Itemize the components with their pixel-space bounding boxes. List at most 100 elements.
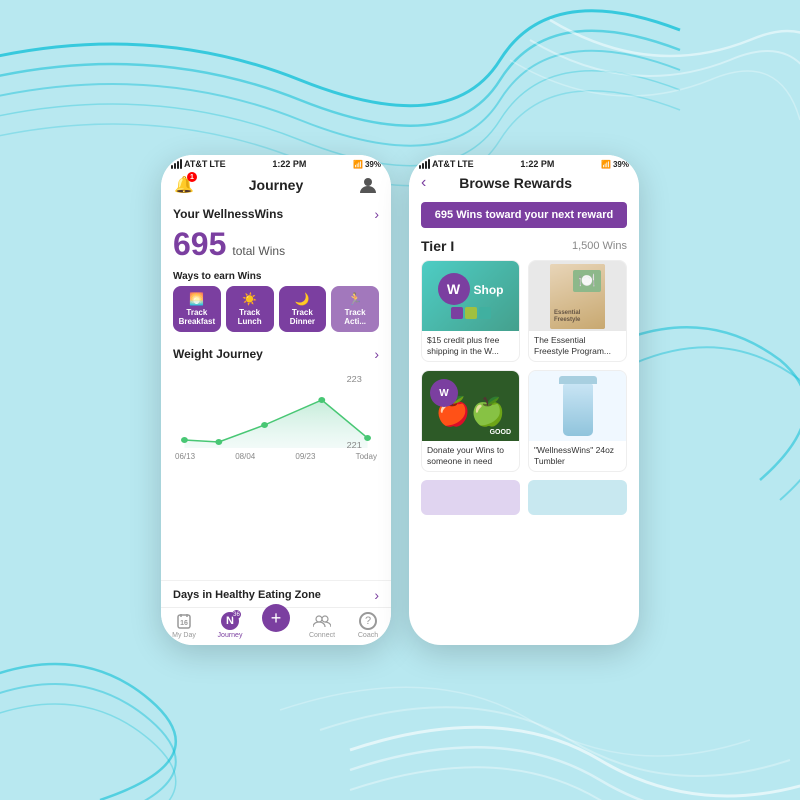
myday-icon: 16 [175,612,193,630]
partial-cards-row [409,472,639,519]
svg-text:221: 221 [347,441,362,450]
x-label-4: Today [356,452,377,461]
time-1: 1:22 PM [272,159,306,169]
status-right-1: 📶 39% [353,160,381,169]
tab-connect[interactable]: Connect [299,612,345,639]
connect-icon [313,612,331,630]
wellness-wins-chevron: › [374,206,379,222]
carrier-2: AT&T [432,159,455,169]
connect-label: Connect [309,632,335,639]
wins-display: 695 total Wins [161,226,391,267]
myday-label: My Day [172,632,196,639]
nav-bar-1: 🔔 1 Journey [161,171,391,200]
book-image: 🍽️ EssentialFreestyle [529,261,626,331]
weight-journey-title: Weight Journey [173,347,263,361]
chart-svg: 223 221 [173,370,379,450]
profile-icon[interactable] [357,174,379,196]
rewards-banner: 695 Wins toward your next reward [421,202,627,228]
days-title: Days in Healthy Eating Zone [173,589,321,601]
wifi-icon-2: 📶 [601,160,611,169]
tumbler-image [529,371,626,441]
back-arrow[interactable]: ‹ [421,174,426,192]
x-label-3: 09/23 [295,452,315,461]
wellness-wins-title: Your WellnessWins [173,207,283,221]
lunch-icon: ☀️ [242,292,257,306]
svg-text:16: 16 [180,620,188,627]
wins-label: total Wins [232,244,285,258]
donate-desc: Donate your Wins to someone in need [422,441,519,471]
status-left-2: AT&T LTE [419,159,474,169]
tab-myday[interactable]: 16 My Day [161,612,207,639]
book-cover: 🍽️ EssentialFreestyle [550,264,605,329]
days-section[interactable]: Days in Healthy Eating Zone › [161,580,391,607]
tier-wins: 1,500 Wins [572,240,627,252]
shop-image: W Shop [422,261,519,331]
shop-boxes [451,307,491,319]
tab-coach[interactable]: ? Coach [345,612,391,639]
nav-title-2: Browse Rewards [459,175,572,191]
dinner-label: Track Dinner [283,308,323,326]
signal-icon [171,159,182,169]
tumbler-desc: "WellnessWins" 24oz Tumbler [529,441,626,471]
wifi-icon: 📶 [353,160,363,169]
tab-journey[interactable]: N 36 Journey [207,612,253,639]
reward-card-book[interactable]: 🍽️ EssentialFreestyle The Essential Free… [528,260,627,362]
coach-icon: ? [359,612,377,630]
activity-label: Track Acti... [335,308,375,326]
svg-text:223: 223 [347,375,362,384]
partial-card-1[interactable] [421,480,520,515]
phones-container: AT&T LTE 1:22 PM 📶 39% 🔔 1 Journey [161,155,639,645]
ww-logo: W [438,273,470,305]
nav-title-1: Journey [249,177,303,193]
chart-x-labels: 06/13 08/04 09/23 Today [173,452,379,461]
reward-card-shop[interactable]: W Shop $15 credit plus free shipping in … [421,260,520,362]
phone-rewards: AT&T LTE 1:22 PM 📶 39% ‹ Browse Rewards … [409,155,639,645]
status-left-1: AT&T LTE [171,159,226,169]
journey-label: Journey [218,632,243,639]
partial-card-2[interactable] [528,480,627,515]
good-logo: W [430,379,458,407]
track-dinner-btn[interactable]: 🌙 Track Dinner [279,286,327,332]
track-breakfast-btn[interactable]: 🌅 Track Breakfast [173,286,221,332]
lunch-label: Track Lunch [230,308,270,326]
tab-add[interactable]: + [253,612,299,639]
wellness-wins-header[interactable]: Your WellnessWins › [161,200,391,226]
reward-card-donate[interactable]: W GOOD 🍎🍏 Donate your Wins to someone in… [421,370,520,472]
network-2: LTE [457,159,473,169]
status-right-2: 📶 39% [601,160,629,169]
phone-content-1: Your WellnessWins › 695 total Wins Ways … [161,200,391,607]
weight-journey-chevron: › [374,346,379,362]
track-lunch-btn[interactable]: ☀️ Track Lunch [226,286,274,332]
activity-icon: 🏃 [348,292,363,306]
journey-icon-wrap: N 36 [221,612,239,630]
earn-buttons-row: 🌅 Track Breakfast ☀️ Track Lunch 🌙 Track… [161,286,391,340]
journey-badge: 36 [232,610,241,619]
tier-header: Tier I 1,500 Wins [409,234,639,260]
shop-text: Shop [474,283,504,297]
battery-2: 39% [613,160,629,169]
battery-1: 39% [365,160,381,169]
reward-card-tumbler[interactable]: "WellnessWins" 24oz Tumbler [528,370,627,472]
wins-count: 695 [173,226,226,263]
x-label-1: 06/13 [175,452,195,461]
notification-badge: 1 [187,172,197,182]
network-1: LTE [209,159,225,169]
earn-ways-title: Ways to earn Wins [161,267,391,286]
days-chevron: › [374,587,379,603]
carrier-1: AT&T [184,159,207,169]
book-desc: The Essential Freestyle Program... [529,331,626,361]
track-activity-btn[interactable]: 🏃 Track Acti... [331,286,379,332]
shop-desc: $15 credit plus free shipping in the W..… [422,331,519,361]
coach-label: Coach [358,632,378,639]
status-bar-1: AT&T LTE 1:22 PM 📶 39% [161,155,391,171]
donate-image: W GOOD 🍎🍏 [422,371,519,441]
weight-chart: 223 221 06/13 08/04 09/23 Today [161,366,391,580]
notification-icon[interactable]: 🔔 1 [173,174,195,196]
tier-title: Tier I [421,238,454,254]
weight-journey-header[interactable]: Weight Journey › [161,340,391,366]
rewards-grid: W Shop $15 credit plus free shipping in … [409,260,639,472]
chart-area: 223 221 [173,370,379,450]
add-icon: + [262,604,290,632]
tab-bar-1: 16 My Day N 36 Journey + [161,607,391,645]
nav-bar-2: ‹ Browse Rewards [409,171,639,196]
